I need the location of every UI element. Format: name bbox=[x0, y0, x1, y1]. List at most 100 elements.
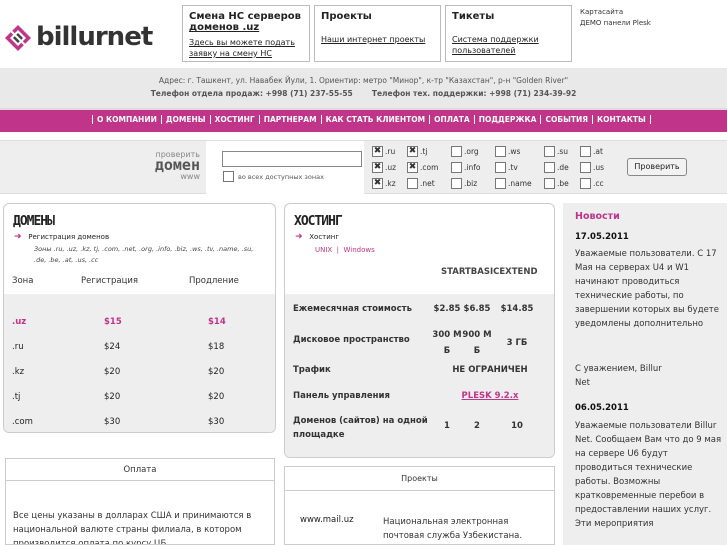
zone-label: .us bbox=[593, 163, 605, 172]
domain-input[interactable] bbox=[222, 151, 362, 167]
main-nav: О КОМПАНИИ ДОМЕНЫ ХОСТИНГ ПАРТНЕРАМ КАК СТАТ… bbox=[0, 108, 727, 132]
zone-option[interactable]: .de bbox=[544, 162, 569, 173]
zone-checkbox[interactable] bbox=[580, 146, 591, 157]
zone-option[interactable]: ✖ .ru bbox=[372, 146, 395, 157]
col-zone: Зона bbox=[12, 276, 34, 286]
zone-option[interactable]: .biz bbox=[451, 178, 477, 189]
zone-cell: .uz bbox=[12, 317, 27, 327]
projects-box-desc[interactable]: Наши интернет проекты bbox=[321, 34, 434, 45]
zone-checkbox[interactable]: ✖ bbox=[407, 162, 418, 173]
sitemap-link[interactable]: Картасайта bbox=[580, 7, 651, 18]
project-site-link[interactable]: www.mail.uz bbox=[300, 515, 354, 525]
nav-item-partners[interactable]: ПАРТНЕРАМ bbox=[259, 115, 322, 124]
zone-checkbox[interactable]: ✖ bbox=[407, 146, 418, 157]
nav-item-hosting[interactable]: ХОСТИНГ bbox=[210, 115, 260, 124]
hosting-feature-label: Панель управления bbox=[293, 391, 390, 401]
zone-option[interactable]: .info bbox=[451, 162, 480, 173]
hosting-merged-value[interactable]: PLESK 9.2.x bbox=[435, 391, 545, 401]
zone-option[interactable]: ✖ .tj bbox=[407, 146, 427, 157]
zone-checkbox[interactable] bbox=[580, 162, 591, 173]
logo[interactable]: billurnet bbox=[2, 20, 153, 56]
nav-item-support[interactable]: ПОДДЕРЖКА bbox=[474, 115, 542, 124]
news-title: Новости bbox=[575, 211, 620, 222]
logo-mark-icon bbox=[5, 25, 31, 51]
zone-checkbox[interactable] bbox=[451, 146, 462, 157]
zone-label: .cc bbox=[593, 179, 604, 188]
zone-checkbox[interactable] bbox=[495, 146, 506, 157]
domain-check-bar: проверить домен www bbox=[0, 140, 727, 195]
zone-cell: .ru bbox=[12, 342, 24, 352]
payment-panel: Оплата Все цены указаны в долларах США и… bbox=[5, 458, 275, 545]
zone-checkbox[interactable] bbox=[495, 162, 506, 173]
news-date-1: 17.05.2011 bbox=[575, 232, 629, 242]
renewal-cell: $18 bbox=[208, 342, 225, 352]
zone-option[interactable]: ✖ .uz bbox=[372, 162, 396, 173]
zone-checkbox[interactable]: ✖ bbox=[372, 146, 383, 157]
zone-option[interactable]: .ws bbox=[495, 146, 520, 157]
os-unix-link[interactable]: UNIX bbox=[315, 246, 332, 254]
os-windows-link[interactable]: Windows bbox=[344, 246, 375, 254]
zone-cell: .kz bbox=[12, 367, 25, 377]
zone-option[interactable]: .su bbox=[544, 146, 568, 157]
ns-change-link[interactable]: доменов .uz bbox=[189, 22, 259, 33]
zone-checkbox[interactable] bbox=[451, 162, 462, 173]
zone-option[interactable]: .us bbox=[580, 162, 604, 173]
zone-option[interactable]: .name bbox=[495, 178, 532, 189]
zone-option[interactable]: ✖ .com bbox=[407, 162, 438, 173]
zone-checkbox[interactable] bbox=[544, 162, 555, 173]
projects-box[interactable]: Проекты Наши интернет проекты bbox=[314, 5, 441, 62]
hosting-os-links: UNIX | Windows bbox=[315, 246, 375, 254]
zone-option[interactable]: .be bbox=[544, 178, 569, 189]
col-renewal: Продление bbox=[189, 276, 239, 286]
zone-option[interactable]: .org bbox=[451, 146, 479, 157]
news-text-2: Уважаемые пользователи Billur Net. Сообщ… bbox=[575, 421, 722, 529]
registration-cell: $20 bbox=[104, 392, 121, 402]
zone-option[interactable]: .net bbox=[407, 178, 435, 189]
renewal-cell: $30 bbox=[208, 417, 225, 427]
zone-cell: .com bbox=[12, 417, 33, 427]
zone-label: .at bbox=[593, 147, 603, 156]
zone-checkbox[interactable] bbox=[495, 178, 506, 189]
ns-change-box[interactable]: Смена НС серверов доменов .uz Здесь вы мо… bbox=[182, 5, 310, 62]
zone-checkbox[interactable] bbox=[544, 146, 555, 157]
ns-change-desc[interactable]: Здесь вы можете подать заявку на смену Н… bbox=[189, 37, 303, 61]
hosting-feature-row: Доменов (сайтов) на одной площадке 1 2 10 bbox=[285, 411, 554, 441]
zone-option[interactable]: .cc bbox=[580, 178, 604, 189]
renewal-cell: $20 bbox=[208, 367, 225, 377]
nav-item-company[interactable]: О КОМПАНИИ bbox=[92, 115, 162, 124]
hosting-plan-value: $6.85 bbox=[463, 304, 491, 314]
zone-option[interactable]: .tv bbox=[495, 162, 518, 173]
all-zones-option[interactable]: во всех доступных зонах bbox=[223, 171, 324, 182]
zone-checkbox[interactable]: ✖ bbox=[372, 178, 383, 189]
news-text-1: Уважаемые пользователи. С 17 Мая на серв… bbox=[575, 249, 719, 329]
tickets-box-desc[interactable]: Система поддержки пользователей bbox=[452, 34, 565, 56]
nav-item-contacts[interactable]: КОНТАКТЫ bbox=[593, 115, 651, 124]
hosting-sub[interactable]: ➜ Хостинг bbox=[295, 232, 339, 242]
domains-table-body: .uz $15 $14 .ru $24 $18 .kz $20 $20 .tj $20 $20 .com… bbox=[4, 294, 275, 432]
domains-zones-line: Зоны .ru, .uz, .kz, tj, .com, .net, .org… bbox=[34, 245, 254, 264]
hosting-merged-value: НЕ ОГРАНИЧЕН bbox=[452, 365, 528, 375]
domains-title: ДОМЕНЫ bbox=[13, 214, 55, 229]
domains-sub[interactable]: ➜ Регистрация доменов bbox=[14, 232, 109, 242]
tickets-box[interactable]: Тикеты Система поддержки пользователей bbox=[445, 5, 572, 62]
zone-checkbox[interactable] bbox=[451, 178, 462, 189]
all-zones-checkbox[interactable] bbox=[223, 171, 234, 182]
zone-checkbox[interactable] bbox=[580, 178, 591, 189]
domains-panel: ДОМЕНЫ ➜ Регистрация доменов Зоны .ru, .… bbox=[3, 203, 276, 433]
zone-option[interactable]: .at bbox=[580, 146, 603, 157]
nav-item-become-client[interactable]: КАК СТАТЬ КЛИЕНТОМ bbox=[321, 115, 431, 124]
zone-label: .org bbox=[464, 147, 479, 156]
check-domain-button[interactable]: Проверить bbox=[627, 158, 687, 176]
zone-checkbox[interactable] bbox=[407, 178, 418, 189]
domain-input-area bbox=[206, 141, 364, 195]
zone-label: .name bbox=[508, 179, 532, 188]
plesk-demo-link[interactable]: ДЕМО панели Plesk bbox=[580, 18, 651, 29]
domain-price-row: .kz $20 $20 bbox=[4, 361, 275, 385]
zone-checkbox[interactable]: ✖ bbox=[372, 162, 383, 173]
zone-checkbox[interactable] bbox=[544, 178, 555, 189]
nav-item-domains[interactable]: ДОМЕНЫ bbox=[161, 115, 211, 124]
renewal-cell: $14 bbox=[208, 317, 226, 327]
nav-item-payment[interactable]: ОПЛАТА bbox=[430, 115, 475, 124]
nav-item-events[interactable]: СОБЫТИЯ bbox=[541, 115, 594, 124]
zone-option[interactable]: ✖ .kz bbox=[372, 178, 396, 189]
